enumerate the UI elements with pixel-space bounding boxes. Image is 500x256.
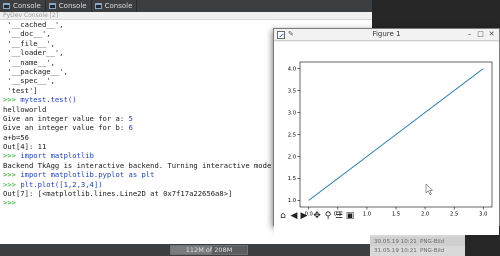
y-tick-label: 3.5 (288, 88, 296, 94)
console-prompt: >>> (3, 95, 21, 105)
console-icon (3, 3, 10, 9)
console-tab-bar: Console Console Console (0, 0, 372, 12)
tab-label: Console (58, 2, 87, 10)
x-tick-label: 1.5 (392, 212, 400, 218)
console-subtitle: PyDev Console [2] (0, 12, 372, 20)
x-tick-label: 2.0 (421, 212, 429, 218)
file-row[interactable]: 31.05.19 10:21 PNG-Bild (370, 246, 465, 255)
series-line (308, 68, 484, 201)
heap-status[interactable]: 112M of 208M (170, 245, 248, 255)
file-type: PNG-Bild (420, 247, 445, 254)
console-prompt: >>> (3, 170, 21, 180)
figure-canvas: 0.0 0.5 1.0 1.5 2.0 2.5 3.0 1.0 1.5 2.0 2.5 3.0 3.5 4… (274, 42, 499, 235)
x-tick-label: 3.0 (479, 212, 487, 218)
save-icon[interactable]: ▣ (344, 209, 356, 223)
minimize-button[interactable]: – (465, 30, 474, 39)
mouse-cursor-icon (425, 183, 434, 195)
console-prompt: >>> (3, 198, 21, 208)
tab-label: Console (13, 2, 41, 10)
close-button[interactable]: ✕ (487, 30, 496, 39)
y-tick-label: 2.0 (288, 154, 296, 160)
tab-console-2[interactable]: Console (46, 0, 92, 12)
y-tick-label: 3.0 (288, 110, 296, 116)
tab-label: Console (104, 2, 133, 10)
line-chart: 0.0 0.5 1.0 1.5 2.0 2.5 3.01.01.52.02.53.03.54… (288, 61, 493, 218)
y-tick-label: 2.5 (288, 132, 296, 138)
console-prompt: >>> (3, 179, 21, 189)
console-input: import matplotlib.pyplot as plt (20, 170, 155, 180)
maximize-button[interactable]: □ (476, 30, 485, 39)
console-icon (48, 3, 56, 9)
tab-console-1[interactable]: Console (0, 0, 46, 12)
x-tick-label: 1.0 (363, 212, 371, 218)
console-prompt: >>> (3, 151, 21, 161)
figure-titlebar[interactable]: ✎ Figure 1 – □ ✕ (274, 29, 499, 41)
console-icon (94, 3, 102, 9)
tab-console-3[interactable]: Console (92, 0, 138, 12)
console-input: mytest.test() (20, 95, 77, 105)
file-row[interactable]: 30.05.19 10:21 PNG-Bild (370, 237, 465, 246)
y-tick-label: 1.5 (288, 176, 296, 182)
console-input: import matplotlib (20, 151, 94, 161)
console-input-value: 5 (128, 113, 133, 123)
heap-status-label: 112M of 208M (185, 246, 233, 254)
file-date: 31.05.19 10:21 (374, 247, 417, 254)
console-input-value: 6 (128, 123, 133, 133)
console-input: plt.plot([1,2,3,4]) (20, 179, 103, 189)
x-tick-label: 2.5 (450, 212, 458, 218)
y-tick-label: 4.0 (288, 66, 296, 72)
y-tick-label: 1.0 (288, 198, 296, 204)
forward-icon[interactable]: ▶ (298, 209, 310, 223)
file-date: 30.05.19 10:21 (374, 238, 417, 245)
file-type: PNG-Bild (420, 238, 445, 245)
figure-window[interactable]: 0.0 0.5 1.0 1.5 2.0 2.5 3.0 1.0 1.5 2.0 2.5 3.0 3.5 4… (273, 28, 500, 235)
